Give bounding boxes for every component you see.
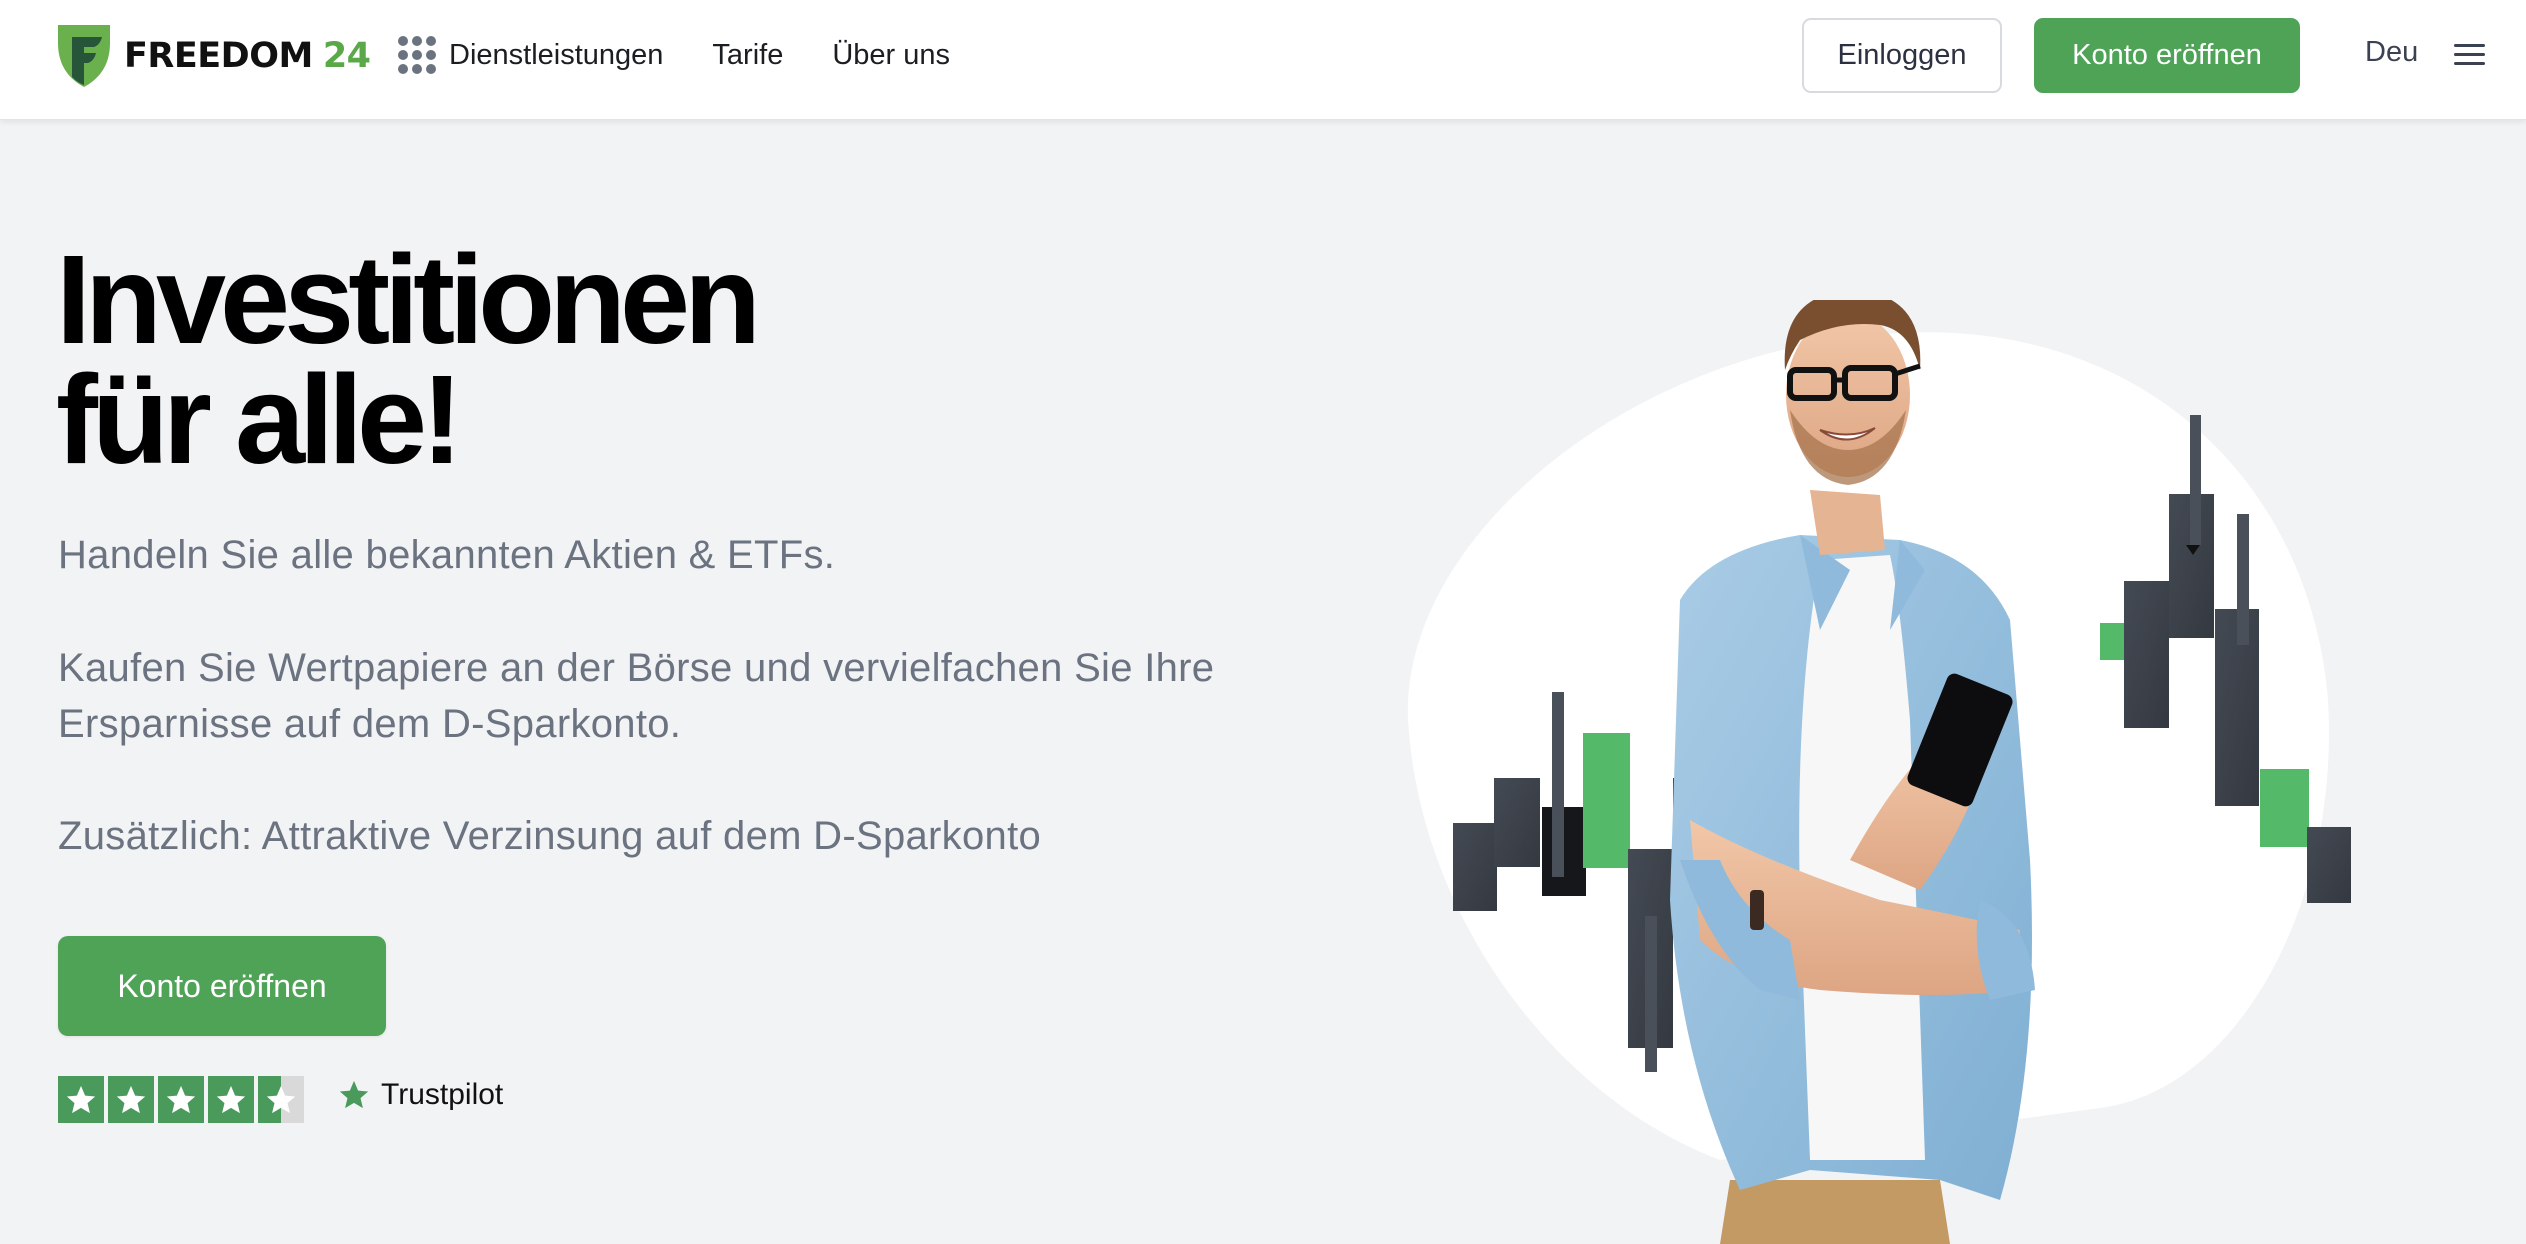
rating-star-icon xyxy=(158,1076,204,1123)
hero-subtitle: Handeln Sie alle bekannten Aktien & ETFs… xyxy=(58,533,836,577)
candle-green xyxy=(2100,623,2125,660)
hero-title: Investitionen für alle! xyxy=(56,229,761,490)
hero-paragraph: Kaufen Sie Wertpapiere an der Börse und … xyxy=(58,646,1215,746)
hero-illustration-svg xyxy=(1407,290,2351,1244)
candle-wick xyxy=(2190,415,2201,545)
nav-item-ueber-uns[interactable]: Über uns xyxy=(832,39,950,72)
main-nav: Dienstleistungen Tarife Über uns xyxy=(398,30,950,80)
nav-item-label: Über uns xyxy=(832,38,951,71)
candle-wick xyxy=(2237,514,2249,645)
candle-dark xyxy=(2307,827,2351,903)
site-header: FREEDOM 24 Dienstleistungen Tarife Über u… xyxy=(0,0,2526,120)
rating-star-icon xyxy=(108,1076,154,1123)
trustpilot-link[interactable]: Trustpilot xyxy=(337,1078,503,1112)
candle-green xyxy=(2260,769,2309,847)
trustpilot-rating-stars[interactable] xyxy=(58,1076,304,1123)
candle-wick xyxy=(1645,916,1657,1072)
login-button[interactable]: Einloggen xyxy=(1802,18,2002,93)
grid-dots-icon xyxy=(398,36,436,74)
rating-half-star-icon xyxy=(258,1076,304,1123)
logo-link[interactable]: FREEDOM 24 xyxy=(58,25,371,87)
rating-star-icon xyxy=(208,1076,254,1123)
wristwatch xyxy=(1750,890,1764,930)
candle-green xyxy=(1583,733,1630,868)
candle-dark xyxy=(2124,581,2169,728)
freedom24-shield-logo-icon xyxy=(58,25,110,87)
hero-extra-text: Zusätzlich: Attraktive Verzinsung auf de… xyxy=(58,814,1042,858)
logo-text: FREEDOM 24 xyxy=(124,36,371,76)
nav-item-label: Tarife xyxy=(712,38,784,71)
language-selector[interactable]: Deu xyxy=(2365,36,2418,69)
candle-wick xyxy=(1552,692,1564,877)
candle-dark xyxy=(1494,778,1540,867)
hamburger-menu-icon[interactable] xyxy=(2454,44,2485,66)
candle-dark xyxy=(1453,823,1497,911)
rating-star-icon xyxy=(58,1076,104,1123)
nav-item-tarife[interactable]: Tarife xyxy=(712,39,783,72)
trustpilot-star-icon xyxy=(339,1080,369,1109)
open-account-button-header[interactable]: Konto eröffnen xyxy=(2034,18,2300,93)
trustpilot-label: Trustpilot xyxy=(381,1078,504,1111)
hero-title-line-2: für alle! xyxy=(56,349,463,490)
hero-title-line-1: Investitionen xyxy=(56,229,761,370)
nav-item-dienstleistungen[interactable]: Dienstleistungen xyxy=(398,36,663,74)
nav-item-label: Dienstleistungen xyxy=(449,38,664,71)
open-account-button-hero[interactable]: Konto eröffnen xyxy=(58,936,386,1036)
hero-illustration xyxy=(1380,290,2526,1244)
